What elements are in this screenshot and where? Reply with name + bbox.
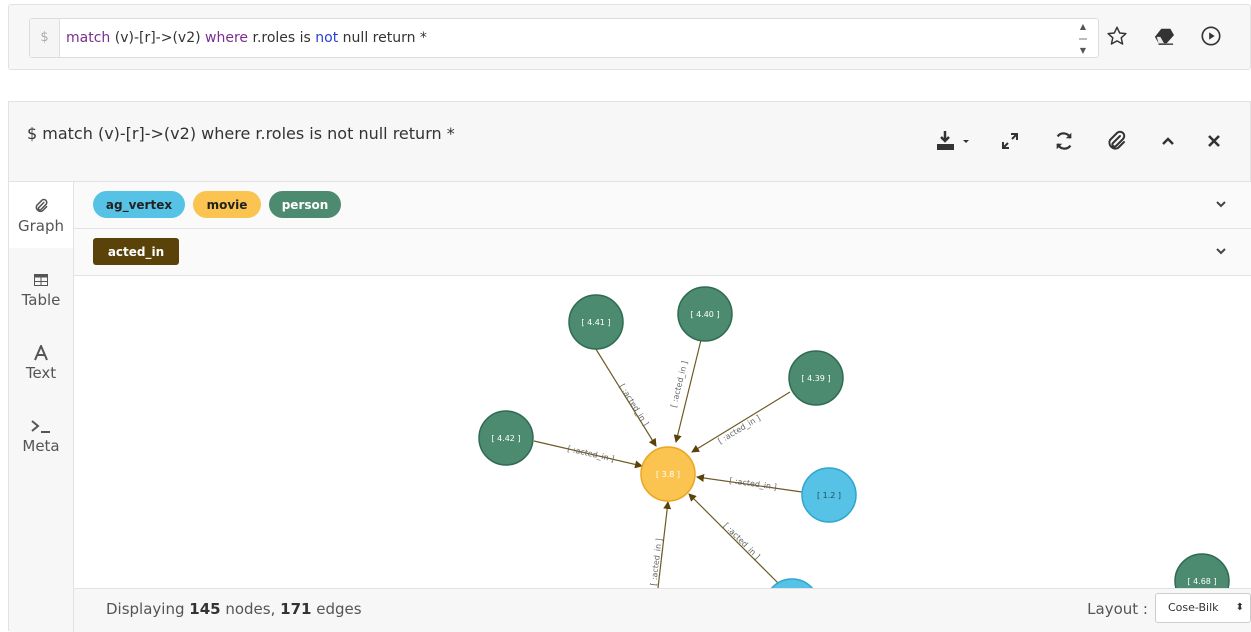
select-caret-icon: ⬍ [1235,602,1244,613]
stats-suffix: edges [311,600,362,618]
tab-meta-label: Meta [22,437,60,455]
node-label: [ 3.8 ] [656,470,680,479]
refresh-button[interactable] [1051,128,1077,154]
legend-chip-person[interactable]: person [269,191,341,218]
query-prompt: $ [30,19,60,57]
query-editor[interactable]: $ match (v)-[r]->(v2) where r.roles is n… [29,18,1099,58]
legend-chip-movie[interactable]: movie [193,191,261,218]
graph-stats: Displaying 145 nodes, 171 edges [106,589,362,629]
stats-mid: nodes, [220,600,281,618]
node-label: [ 4.40 ] [690,310,719,319]
tab-graph-label: Graph [17,217,64,235]
clear-button[interactable] [1151,23,1177,49]
tab-text-label: Text [25,364,57,382]
edge[interactable] [691,391,791,453]
node-label: [ 1.2 ] [817,491,841,500]
chevron-up-icon [1162,137,1174,145]
node-label-legend: ag_vertex movie person [74,182,1251,229]
node-label: [ 4.42 ] [491,434,520,443]
eraser-icon [1154,28,1174,45]
tab-table[interactable]: Table [9,256,73,322]
layout-label: Layout : [1087,600,1148,618]
edge-label: [ :acted_in ] [722,521,762,561]
tab-text[interactable]: Text [9,329,73,395]
collapse-button[interactable] [1155,128,1181,154]
frame-header: $ match (v)-[r]->(v2) where r.roles is n… [9,102,1250,182]
attach-button[interactable] [1103,128,1129,154]
chevron-down-icon[interactable] [1213,243,1229,259]
edge-count: 171 [280,600,312,618]
favorite-button[interactable] [1104,23,1130,49]
refresh-icon [1056,132,1072,150]
star-icon [1107,26,1127,45]
layout-select[interactable]: Cose-Bilk ⬍ [1155,593,1251,623]
node-label: [ 4.39 ] [801,374,830,383]
legend-chip-acted-in[interactable]: acted_in [93,238,179,265]
frame-title: $ match (v)-[r]->(v2) where r.roles is n… [27,124,455,143]
expand-button[interactable] [997,128,1023,154]
download-button[interactable] [934,128,974,154]
query-bar: $ match (v)-[r]->(v2) where r.roles is n… [8,4,1251,70]
query-keyword-where: where [205,30,249,46]
stats-prefix: Displaying [106,600,190,618]
tab-graph[interactable]: Graph [9,182,73,248]
spinner-up-icon[interactable]: ▲ [1080,22,1086,32]
expand-icon [1002,133,1018,149]
table-icon [34,274,48,286]
result-frame: $ match (v)-[r]->(v2) where r.roles is n… [8,101,1251,632]
query-keyword-not: not [315,30,339,46]
run-button[interactable] [1198,23,1224,49]
legend-chip-ag-vertex[interactable]: ag_vertex [93,191,185,218]
edge-label: [ :acted_in ] [617,382,650,427]
graph-footer: Displaying 145 nodes, 171 edges Layout :… [74,588,1251,632]
tab-meta[interactable]: Meta [9,402,73,468]
spinner-down-icon[interactable]: ▼ [1080,46,1086,56]
play-icon [1201,26,1221,46]
query-condition: r.roles is [248,30,316,46]
edge-label-legend: acted_in [74,229,1251,276]
text-a-icon [34,345,48,361]
node-count: 145 [189,600,221,618]
chevron-down-icon[interactable] [1213,196,1229,212]
edge-label: [ :acted_in ] [729,476,778,492]
edge-label: [ :acted_in ] [716,413,762,445]
ag-vertex-node[interactable] [765,578,819,588]
close-icon [1208,135,1220,147]
query-pattern: (v)-[r]->(v2) [110,30,206,46]
edge-label: [ :acted_in ] [567,444,616,464]
query-return: null return * [338,30,427,46]
view-tabs: Graph Table Text Meta [9,182,74,632]
paperclip-icon [1108,130,1126,150]
node-label: [ 4.68 ] [1187,577,1216,586]
download-icon [937,131,969,150]
query-size-spinner[interactable]: ▲ ▼ [1077,22,1089,56]
close-button[interactable] [1201,128,1227,154]
tab-table-label: Table [21,291,61,309]
query-keyword-match: match [66,30,111,46]
terminal-icon [31,420,50,433]
paperclip-icon [35,198,48,213]
layout-value: Cose-Bilk [1168,601,1219,614]
graph-canvas[interactable]: [ :acted_in ] [ :acted_in ] [ :acted_in … [74,276,1251,588]
node-label: [ 4.41 ] [581,318,610,327]
query-text[interactable]: match (v)-[r]->(v2) where r.roles is not… [66,19,427,57]
